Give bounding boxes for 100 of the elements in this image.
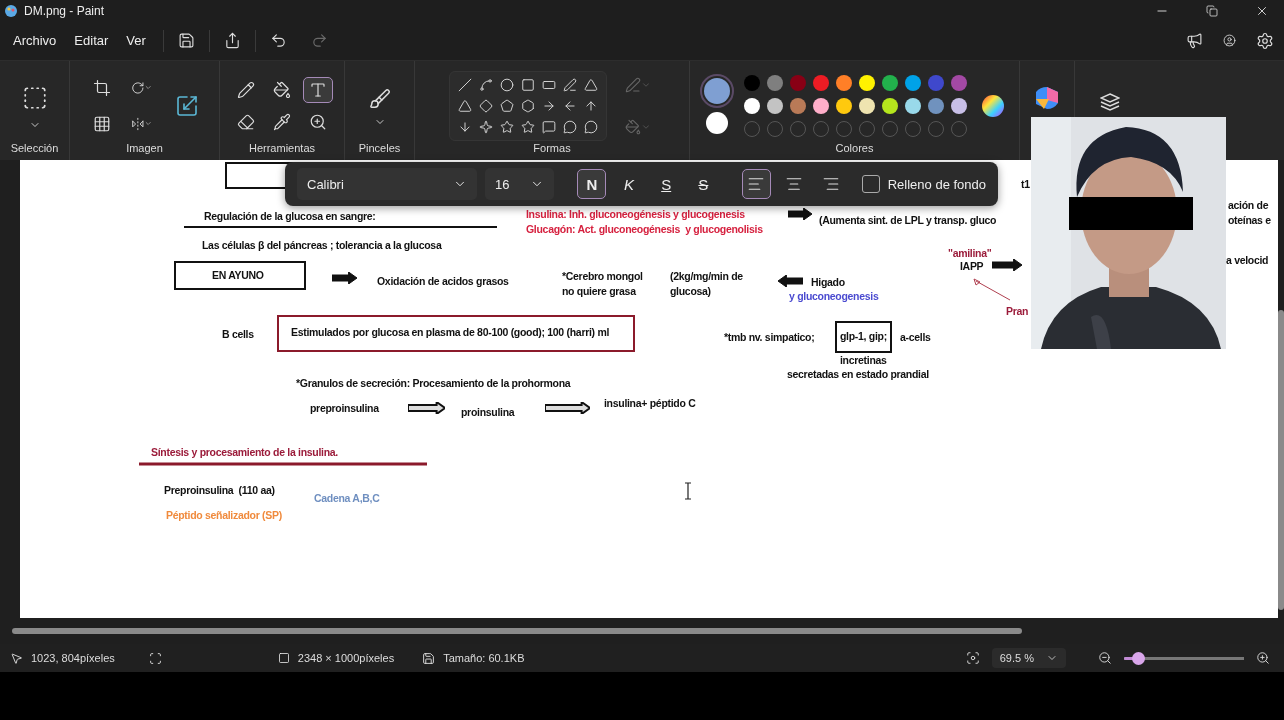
canvas-text: proinsulina xyxy=(461,405,515,421)
window-title: DM.png - Paint xyxy=(24,4,106,18)
color-wheel-icon xyxy=(981,93,1005,118)
color-swatch[interactable] xyxy=(928,74,944,91)
magnifier-icon xyxy=(309,112,327,131)
oval-icon xyxy=(500,77,514,92)
group-label: Selección xyxy=(10,142,59,157)
round-speech-bubble-icon xyxy=(563,119,577,134)
block-arrow xyxy=(408,402,445,415)
boxed-text: EN AYUNO xyxy=(174,261,306,291)
active-color[interactable] xyxy=(704,77,730,104)
canvas-text: oteínas e xyxy=(1228,213,1271,229)
four-point-star-icon xyxy=(479,119,493,134)
color-swatch[interactable] xyxy=(767,74,783,91)
resize-icon xyxy=(174,93,199,118)
zoom-out-icon xyxy=(1098,651,1112,666)
menu-item[interactable]: Ver xyxy=(119,27,153,55)
color-swatch[interactable] xyxy=(882,97,898,114)
color-swatch[interactable] xyxy=(744,74,760,91)
color-swatch[interactable] xyxy=(951,74,967,91)
canvas-text: Insulina: Inh. gluconeogénesis y glucogenesis xyxy=(526,207,745,223)
text-style-button[interactable]: K xyxy=(614,169,644,200)
active-color[interactable] xyxy=(706,111,728,134)
color-swatch[interactable] xyxy=(859,97,875,114)
canvas-text: Higado xyxy=(811,275,845,291)
text-style-button[interactable]: N xyxy=(577,169,607,200)
canvas-size-icon xyxy=(277,652,290,665)
canvas-text: IAPP xyxy=(960,259,984,275)
color-swatch[interactable] xyxy=(813,74,829,91)
zoom-in-icon xyxy=(1256,651,1270,666)
save-icon xyxy=(177,32,195,50)
color-swatch[interactable] xyxy=(836,97,852,114)
block-arrow xyxy=(545,402,590,415)
color-swatch[interactable] xyxy=(836,74,852,91)
color-swatch[interactable] xyxy=(859,74,875,91)
block-arrow xyxy=(992,259,1022,272)
curve-icon xyxy=(479,77,493,92)
color-swatch[interactable] xyxy=(744,97,760,114)
paint-bucket-icon xyxy=(273,80,291,99)
canvas-text: preproinsulina xyxy=(310,401,379,417)
canvas-text: *Cerebro mongol no quiere grasa xyxy=(562,269,643,300)
color-swatch[interactable] xyxy=(928,97,944,114)
scrollbar-thumb[interactable] xyxy=(12,628,1022,635)
pentagon-icon xyxy=(500,98,514,113)
canvas-text: Preproinsulina (110 aa) xyxy=(164,483,275,499)
brush-icon xyxy=(368,87,391,110)
text-style-button[interactable]: S xyxy=(651,169,681,200)
canvas-text: t1 xyxy=(1021,177,1030,193)
color-swatch[interactable] xyxy=(951,97,967,114)
slider-thumb[interactable] xyxy=(1132,651,1146,665)
group-label: Colores xyxy=(835,142,874,157)
boxed-text: Estimulados por glucosa en plasma de 80-100 (good); 100 (harri) ml xyxy=(277,315,636,353)
menu-item[interactable]: Archivo xyxy=(6,27,64,55)
canvas-text: *Granulos de secreción: Procesamiento de la prohormona xyxy=(296,376,571,392)
group-label: Imagen xyxy=(126,142,163,157)
group-label: Formas xyxy=(533,142,571,157)
scrollbar-thumb[interactable] xyxy=(1278,310,1284,611)
share-icon xyxy=(223,32,241,50)
grid-icon xyxy=(92,114,111,133)
tool-button[interactable] xyxy=(303,76,333,103)
rectangle-icon xyxy=(521,77,535,92)
color-swatch[interactable] xyxy=(790,74,806,91)
triangle-icon xyxy=(584,77,598,92)
align-button[interactable] xyxy=(741,169,772,200)
canvas-text: incretinas xyxy=(840,353,887,369)
canvas-text: (2kg/mg/min de glucosa) xyxy=(670,269,743,300)
zoom-dropdown[interactable]: 69.5 % xyxy=(991,648,1066,669)
restore-icon xyxy=(1206,5,1218,17)
color-swatch[interactable] xyxy=(882,74,898,91)
cursor-position: 1023, 804píxeles xyxy=(31,652,115,665)
text-icon xyxy=(309,80,327,99)
canvas-text: *tmb nv. simpatico; xyxy=(724,330,815,346)
arrow-up-icon xyxy=(584,98,598,113)
crop-icon xyxy=(92,78,111,97)
block-arrow xyxy=(332,272,357,285)
file-size: Tamaño: 60.1KB xyxy=(443,652,525,665)
text-style-button[interactable]: S xyxy=(688,169,718,200)
canvas-text: y gluconeogenesis xyxy=(789,289,879,305)
background-fill-checkbox[interactable]: Relleno de fondo xyxy=(861,175,987,194)
menu-item[interactable]: Editar xyxy=(67,27,116,55)
canvas-text: Regulación de la glucosa en sangre: xyxy=(204,209,376,225)
dashed-square-icon xyxy=(21,84,48,111)
color-swatch[interactable] xyxy=(767,97,783,114)
color-swatch[interactable] xyxy=(790,97,806,114)
paint-logo-icon xyxy=(4,4,18,18)
boxed-text: glp-1, gip; xyxy=(835,321,892,354)
canvas-text: secretadas en estado prandial xyxy=(787,367,929,383)
size-dropdown[interactable]: 16 xyxy=(485,168,554,201)
canvas-text: ación de xyxy=(1228,198,1269,214)
color-swatch[interactable] xyxy=(905,97,921,114)
color-swatch[interactable] xyxy=(813,97,829,114)
canvas-text: B cells xyxy=(222,327,254,343)
megaphone-icon xyxy=(1186,32,1203,50)
user-icon xyxy=(1223,34,1236,48)
color-swatch[interactable] xyxy=(905,74,921,91)
leader-line xyxy=(973,278,1011,301)
copilot-logo-icon xyxy=(1036,86,1058,109)
canvas-text: Síntesis y procesamiento de la insulina. xyxy=(151,445,338,461)
font-dropdown[interactable]: Calibri xyxy=(297,168,478,201)
canvas-text: "amilina" xyxy=(948,246,992,262)
